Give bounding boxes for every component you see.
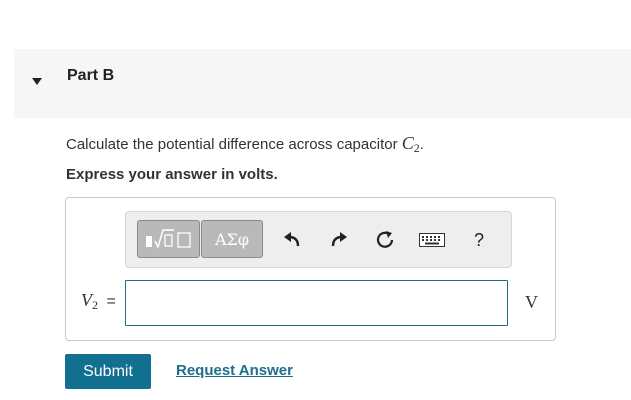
unit-label: V xyxy=(525,292,538,312)
part-header[interactable]: Part B xyxy=(14,49,631,118)
instruction-text: Express your answer in volts. xyxy=(66,166,278,183)
question-suffix: . xyxy=(419,136,424,153)
question-variable: C2 xyxy=(401,133,420,155)
math-toolbar: ΑΣφ ? xyxy=(125,211,512,268)
reset-icon[interactable] xyxy=(372,226,398,254)
submit-button[interactable]: Submit xyxy=(65,354,151,389)
answer-box: ΑΣφ ? V2 = V xyxy=(65,197,556,341)
templates-icon xyxy=(145,229,191,250)
templates-button[interactable] xyxy=(137,220,200,258)
redo-icon[interactable] xyxy=(326,226,352,254)
question-text: Calculate the potential difference acros… xyxy=(66,133,424,156)
symbols-button[interactable]: ΑΣφ xyxy=(201,220,263,258)
part-title: Part B xyxy=(67,67,115,84)
keyboard-icon[interactable] xyxy=(417,226,447,254)
help-button[interactable]: ? xyxy=(466,226,492,254)
answer-variable-label: V2 = xyxy=(81,290,116,312)
question-prefix: Calculate the potential difference acros… xyxy=(66,136,402,153)
answer-input[interactable] xyxy=(125,280,508,326)
undo-icon[interactable] xyxy=(279,226,305,254)
collapse-caret-icon[interactable] xyxy=(32,78,42,85)
request-answer-link[interactable]: Request Answer xyxy=(176,362,293,379)
